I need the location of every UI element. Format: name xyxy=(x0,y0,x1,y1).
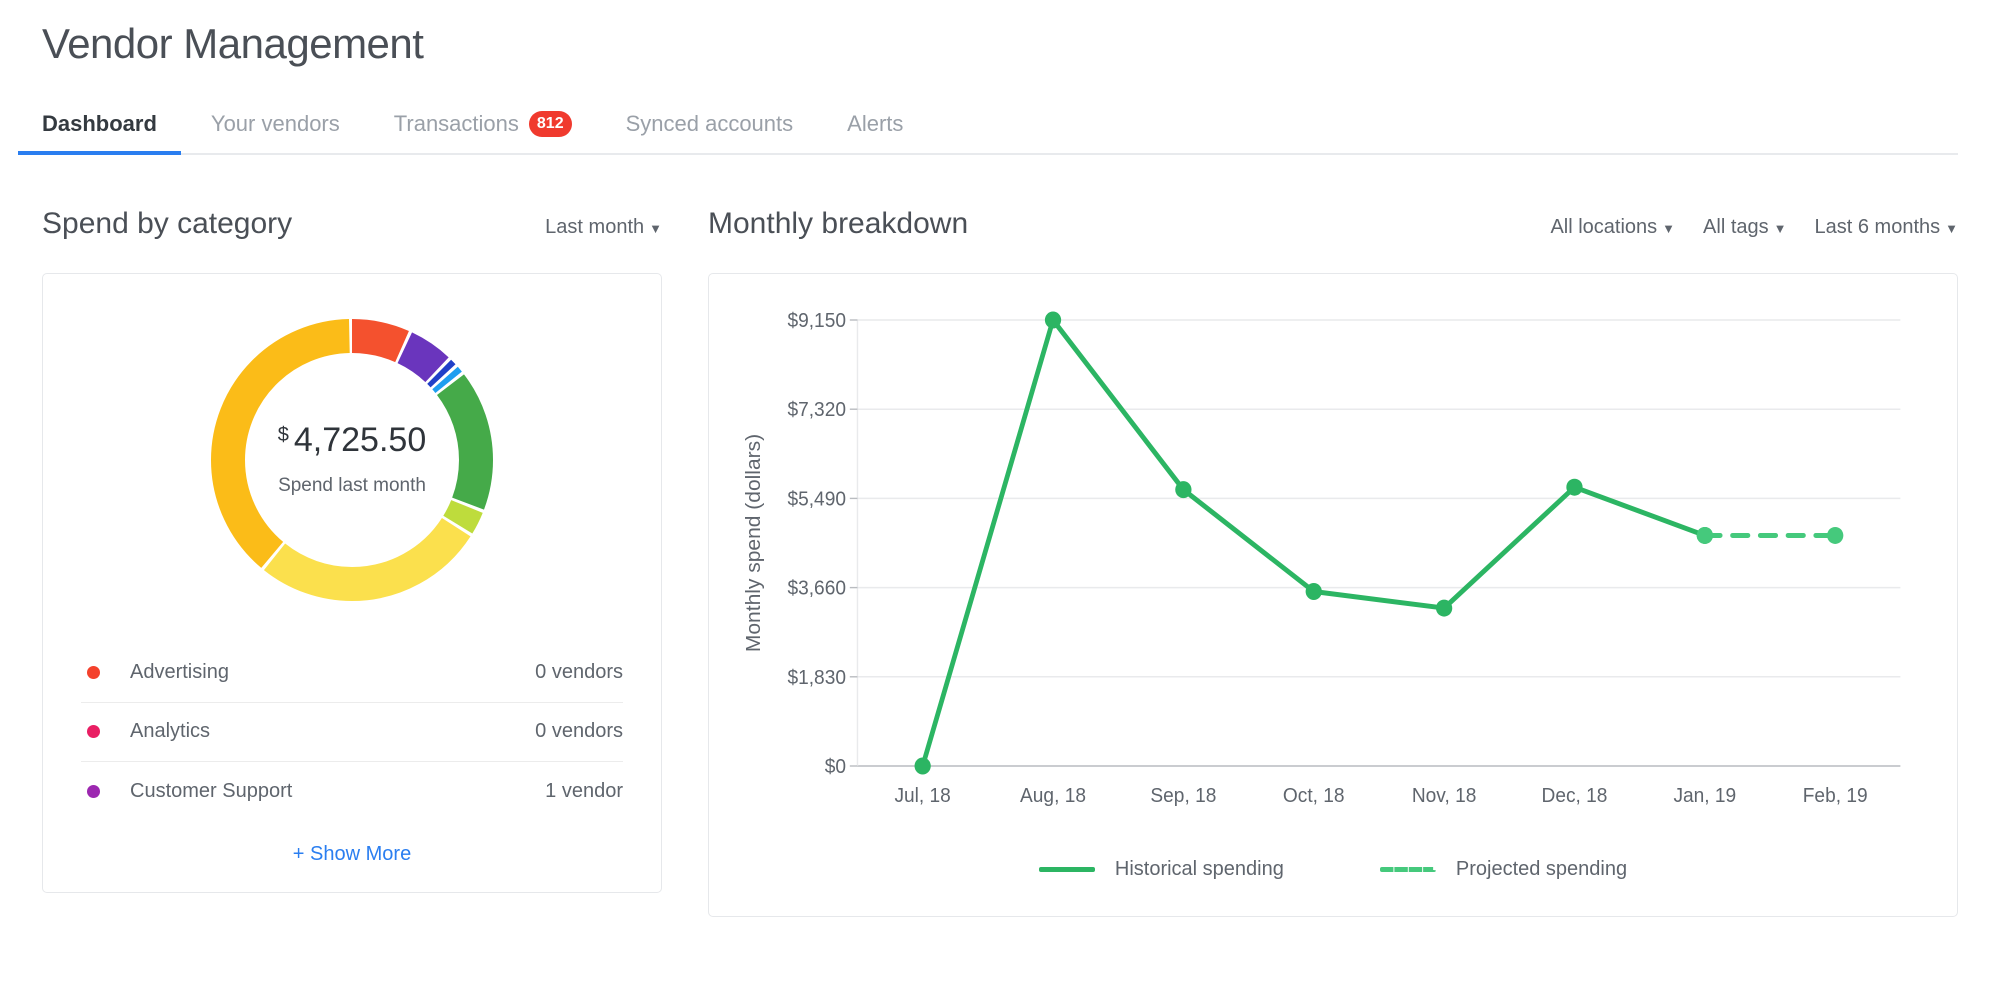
legend-color-dot xyxy=(87,725,100,738)
donut-chart: $4,725.50 Spend last month xyxy=(202,310,502,610)
monthly-breakdown-title: Monthly breakdown xyxy=(708,206,969,240)
spend-by-category-card: $4,725.50 Spend last month Advertising 0… xyxy=(42,272,662,893)
list-item[interactable]: Advertising 0 vendors xyxy=(81,644,623,703)
chart-gridlines xyxy=(856,318,1901,767)
legend-item-historical[interactable]: Historical spending xyxy=(1038,857,1284,881)
y-tick-label: $7,320 xyxy=(787,398,846,420)
donut-caption: Spend last month xyxy=(278,474,426,496)
data-point[interactable] xyxy=(1305,582,1322,600)
chart-series xyxy=(914,311,1844,774)
page-title: Vendor Management xyxy=(42,20,424,67)
list-item[interactable]: Customer Support 1 vendor xyxy=(81,762,623,821)
x-tick-label: Jan, 19 xyxy=(1673,784,1736,806)
y-axis-title-text: Monthly spend (dollars) xyxy=(742,433,764,651)
monthly-breakdown-card: $0 $1,830 $3,660 $5,490 $7,320 $9,150 Jul, 18… xyxy=(708,272,1958,917)
date-range-dropdown[interactable]: Last 6 months ▼ xyxy=(1815,216,1959,239)
y-tick-label: $3,660 xyxy=(787,577,846,599)
tab-label: Your vendors xyxy=(210,110,340,136)
list-item[interactable]: Analytics 0 vendors xyxy=(81,703,623,762)
x-tick-label: Feb, 19 xyxy=(1803,784,1868,806)
data-point[interactable] xyxy=(1435,599,1453,617)
spend-by-category-section: Spend by category Last month ▼ $4,725.50 … xyxy=(42,207,662,917)
series-line-solid xyxy=(920,317,1708,768)
chart-y-axis-title: Monthly spend (dollars) xyxy=(742,433,764,651)
chart-filters: All locations ▼ All tags ▼ Last 6 months ▼ xyxy=(1550,216,1958,239)
primary-tabs: Dashboard Your vendors Transactions 812 … xyxy=(18,97,1958,155)
solid-line-swatch xyxy=(1038,866,1095,872)
data-point[interactable] xyxy=(1566,478,1583,496)
chart-y-tick-labels: $0 $1,830 $3,660 $5,490 $7,320 $9,150 xyxy=(787,309,858,778)
x-tick-label: Oct, 18 xyxy=(1283,784,1345,806)
period-dropdown[interactable]: Last month ▼ xyxy=(545,216,662,239)
category-name: Customer Support xyxy=(130,779,293,802)
data-point[interactable] xyxy=(914,757,931,774)
x-tick-label: Nov, 18 xyxy=(1412,784,1477,806)
dashboard-columns: Spend by category Last month ▼ $4,725.50 … xyxy=(42,207,1958,917)
monthly-breakdown-header: Monthly breakdown All locations ▼ All tag… xyxy=(708,207,1958,249)
period-dropdown-label: Last month xyxy=(545,215,645,238)
y-tick-label: $5,490 xyxy=(787,488,846,510)
y-tick-label: $9,150 xyxy=(787,309,846,331)
date-range-dropdown-label: Last 6 months xyxy=(1814,215,1941,238)
donut-amount: $4,725.50 xyxy=(278,423,426,457)
tab-label: Dashboard xyxy=(42,110,157,136)
tab-transactions[interactable]: Transactions 812 xyxy=(393,110,572,153)
spend-by-category-title: Spend by category xyxy=(42,206,293,240)
tags-dropdown-label: All tags xyxy=(1703,215,1769,238)
legend-label: Projected spending xyxy=(1455,857,1628,880)
tab-synced-accounts[interactable]: Synced accounts xyxy=(626,111,794,153)
chevron-down-icon: ▼ xyxy=(1662,220,1676,236)
locations-dropdown[interactable]: All locations ▼ xyxy=(1550,216,1675,239)
category-name: Advertising xyxy=(130,661,229,683)
locations-dropdown-label: All locations xyxy=(1550,215,1658,238)
chevron-down-icon: ▼ xyxy=(1773,220,1787,236)
category-legend-list: Advertising 0 vendors Analytics 0 vendor… xyxy=(81,644,623,821)
vendor-count: 1 vendor xyxy=(545,779,623,802)
data-point[interactable] xyxy=(1827,526,1844,544)
tab-label: Alerts xyxy=(847,110,904,136)
x-tick-label: Sep, 18 xyxy=(1150,784,1216,806)
chevron-down-icon: ▼ xyxy=(649,220,662,236)
tab-dashboard[interactable]: Dashboard xyxy=(18,110,181,155)
vendor-count: 0 vendors xyxy=(535,720,623,742)
donut-center-text: $4,725.50 Spend last month xyxy=(202,310,502,610)
tags-dropdown[interactable]: All tags ▼ xyxy=(1703,216,1786,239)
dashed-line-swatch xyxy=(1379,866,1436,872)
transactions-count-badge: 812 xyxy=(528,110,572,137)
monthly-breakdown-section: Monthly breakdown All locations ▼ All tag… xyxy=(708,207,1958,917)
currency-symbol: $ xyxy=(277,423,289,446)
data-point[interactable] xyxy=(1175,480,1192,498)
tab-label: Transactions xyxy=(393,110,519,136)
category-name: Analytics xyxy=(130,720,211,742)
chart-legend: Historical spending Projected spending xyxy=(735,858,1931,881)
tab-alerts[interactable]: Alerts xyxy=(847,111,903,153)
line-chart-svg: $0 $1,830 $3,660 $5,490 $7,320 $9,150 Jul, 18… xyxy=(742,309,1901,807)
vendor-count: 0 vendors xyxy=(535,661,623,683)
legend-label: Historical spending xyxy=(1114,857,1284,880)
spend-by-category-header: Spend by category Last month ▼ xyxy=(42,207,662,249)
show-more-link[interactable]: + Show More xyxy=(81,843,623,866)
x-tick-label: Dec, 18 xyxy=(1542,784,1608,806)
amount-value: 4,725.50 xyxy=(293,420,427,459)
chevron-down-icon: ▼ xyxy=(1945,220,1958,236)
legend-item-projected[interactable]: Projected spending xyxy=(1379,857,1628,881)
legend-color-dot xyxy=(87,784,100,798)
tab-label: Synced accounts xyxy=(625,110,794,136)
data-point[interactable] xyxy=(1044,311,1062,328)
tab-your-vendors[interactable]: Your vendors xyxy=(211,111,340,153)
legend-color-dot xyxy=(87,666,100,679)
data-point[interactable] xyxy=(1696,526,1713,544)
chart-x-tick-labels: Jul, 18 Aug, 18 Sep, 18 Oct, 18 Nov, 18 Dec, … xyxy=(894,784,1867,806)
y-tick-label: $1,830 xyxy=(787,666,846,688)
x-tick-label: Aug, 18 xyxy=(1020,784,1086,806)
vendor-management-page: Vendor Management Dashboard Your vendors… xyxy=(0,0,2000,987)
y-tick-label: $0 xyxy=(825,755,846,777)
x-tick-label: Jul, 18 xyxy=(894,784,950,806)
